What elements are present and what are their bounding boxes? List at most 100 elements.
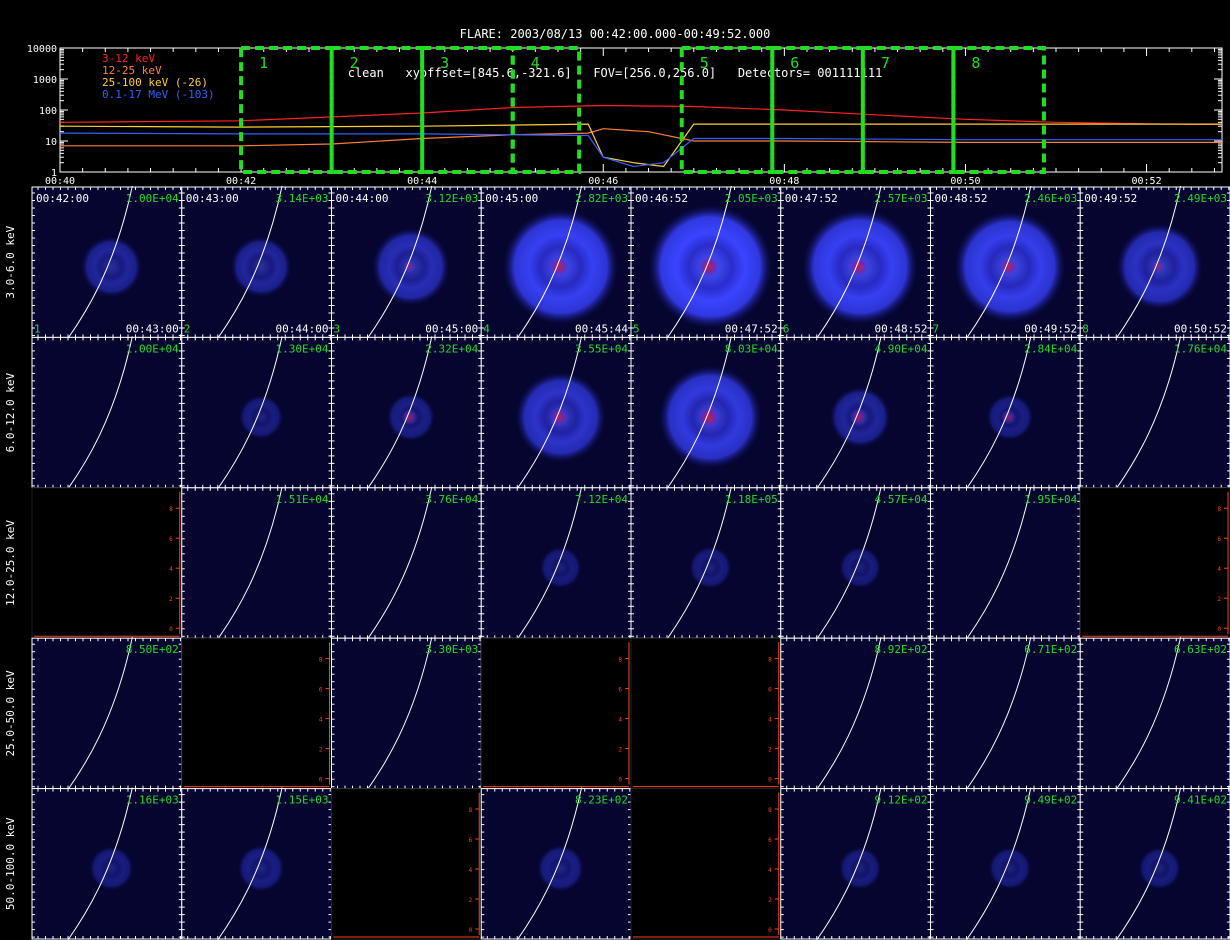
panel-end-time: 00:45:44 (575, 322, 628, 335)
panel-start-time: 00:46:52 (635, 192, 688, 205)
energy-band-label: 6.0-12.0 keV (4, 372, 17, 452)
empty-panel-tick-label: 4 (169, 566, 173, 573)
panel-peak-value: 2.82E+03 (575, 192, 628, 205)
empty-panel-tick-label: 8 (618, 657, 622, 664)
map-background (181, 487, 332, 639)
panel-interval-index: 3 (334, 322, 341, 335)
panel-peak-value: 4.90E+04 (875, 342, 928, 355)
panel-start-time: 00:45:00 (485, 192, 538, 205)
source-halo (838, 847, 882, 890)
empty-panel-tick-label: 4 (319, 717, 323, 724)
image-panel: 0 2 4 6 8 (331, 788, 482, 940)
map-background (32, 638, 182, 789)
image-panel: 1.76E+04 (1079, 336, 1230, 490)
image-panel: 1.15E+03 (181, 787, 332, 940)
empty-panel-tick-label: 0 (469, 927, 473, 934)
image-panel: 9.49E+02 (930, 787, 1081, 940)
image-panel: 1.00E+04 (31, 336, 183, 490)
image-panel: 3.55E+04 (480, 336, 632, 490)
empty-panel-tick-label: 0 (618, 777, 622, 784)
source-halo (1138, 847, 1181, 890)
image-panel: 0 2 4 6 8 (630, 788, 782, 940)
panel-interval-index: 7 (933, 322, 940, 335)
panel-end-time: 00:47:52 (725, 322, 778, 335)
empty-panel-tick-label: 4 (768, 867, 772, 874)
panel-end-time: 00:43:00 (126, 322, 179, 335)
source-halo (237, 844, 285, 892)
panel-peak-value: 7.12E+04 (575, 493, 628, 506)
source-halo (839, 546, 881, 589)
source-halo (537, 844, 584, 892)
panel-start-time: 00:48:52 (935, 192, 988, 205)
empty-panel-tick-label: 2 (319, 747, 323, 754)
panel-peak-value: 2.49E+03 (1174, 192, 1227, 205)
panel-end-time: 00:45:00 (425, 322, 478, 335)
empty-panel-background (631, 638, 781, 789)
empty-panel-tick-label: 0 (1217, 626, 1221, 633)
map-background (331, 638, 482, 789)
energy-band-label: 3.0-6.0 keV (4, 225, 17, 298)
panel-start-time: 00:42:00 (36, 192, 89, 205)
empty-panel-background (181, 638, 332, 789)
panel-peak-value: 9.41E+02 (1174, 794, 1227, 807)
panel-peak-value: 1.18E+05 (725, 493, 778, 506)
panel-peak-value: 2.05E+03 (725, 192, 778, 205)
image-panel: 4.57E+04 (780, 486, 931, 640)
empty-panel-tick-label: 6 (319, 687, 323, 694)
panel-peak-value: 9.49E+02 (1024, 794, 1077, 807)
empty-panel-tick-label: 2 (469, 897, 473, 904)
empty-panel-tick-label: 6 (1217, 536, 1221, 543)
empty-panel-tick-label: 0 (169, 626, 173, 633)
image-panel: 8.03E+04 (630, 336, 782, 490)
image-panel: 0 2 4 6 8 (630, 637, 782, 790)
panel-peak-value: 8.50E+02 (126, 643, 179, 656)
map-background (1080, 337, 1230, 488)
panel-start-time: 00:47:52 (785, 192, 838, 205)
empty-panel-tick-label: 8 (1217, 506, 1221, 513)
panel-peak-value: 2.84E+04 (1024, 342, 1077, 355)
empty-panel-tick-label: 4 (618, 717, 622, 724)
image-panel: 3.12E+03 00:44:00 00:45:00 3 (331, 185, 482, 339)
panel-start-time: 00:49:52 (1084, 192, 1137, 205)
panel-peak-value: 1.76E+04 (1174, 342, 1227, 355)
image-panel: 1.51E+04 (181, 486, 332, 640)
image-panel: 2.05E+03 00:46:52 00:47:52 5 (630, 185, 782, 339)
empty-panel-tick-label: 6 (169, 536, 173, 543)
panel-peak-value: 1.00E+04 (126, 342, 179, 355)
image-panel: 6.63E+02 (1079, 637, 1230, 790)
panel-peak-value: 6.63E+02 (1174, 643, 1227, 656)
source-core (547, 255, 571, 278)
source-halo (689, 546, 732, 589)
panel-peak-value: 3.76E+04 (425, 493, 478, 506)
image-panel: 7.12E+04 (480, 486, 632, 640)
source-core (696, 405, 721, 430)
panel-peak-value: 3.14E+03 (276, 192, 329, 205)
empty-panel-tick-label: 2 (618, 747, 622, 754)
empty-panel-tick-label: 8 (768, 807, 772, 814)
map-background (1080, 638, 1230, 789)
empty-panel-tick-label: 2 (768, 747, 772, 754)
empty-panel-tick-label: 2 (169, 596, 173, 603)
source-core (997, 256, 1019, 278)
empty-panel-background (32, 487, 182, 639)
image-panel: 9.12E+02 (780, 787, 931, 940)
image-panel: 0 2 4 6 8 (1079, 487, 1230, 639)
panel-peak-value: 4.57E+04 (875, 493, 928, 506)
panel-peak-value: 2.57E+03 (875, 192, 928, 205)
image-panel: 2.46E+03 00:48:52 00:49:52 7 (930, 185, 1081, 339)
image-panel: 1.30E+04 (181, 336, 332, 490)
empty-panel-tick-label: 0 (768, 777, 772, 784)
empty-panel-tick-label: 8 (169, 506, 173, 513)
panel-peak-value: 1.16E+03 (126, 794, 179, 807)
image-panel: 2.32E+04 (331, 336, 482, 490)
image-grid: 3.0-6.0 keV 6.0-12.0 keV 12.0-25.0 keV 25.0… (4, 185, 1230, 940)
map-background (32, 337, 182, 488)
image-panel: 8.50E+02 (31, 637, 183, 790)
empty-panel-tick-label: 0 (319, 777, 323, 784)
empty-panel-tick-label: 8 (319, 657, 323, 664)
source-halo (239, 395, 284, 440)
empty-panel-background (481, 638, 631, 789)
image-panel: 4.90E+04 (780, 336, 931, 490)
empty-panel-tick-label: 2 (768, 897, 772, 904)
energy-band-label: 50.0-100.0 keV (4, 817, 17, 910)
